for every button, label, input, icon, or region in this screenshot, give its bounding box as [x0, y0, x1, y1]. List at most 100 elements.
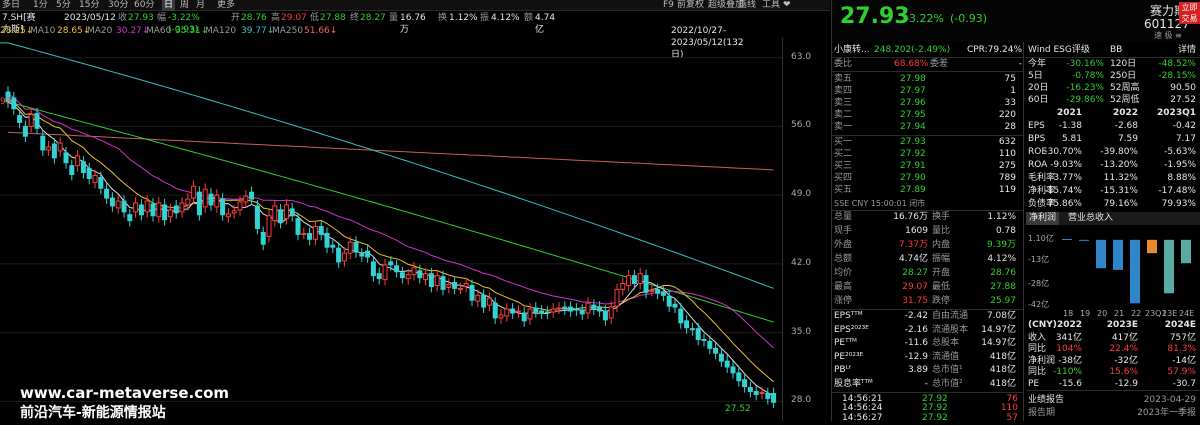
- period-tab-5[interactable]: 60分: [134, 0, 154, 11]
- fin-header: 2021 2022 2023Q1: [1026, 107, 1200, 120]
- candle-body: [660, 291, 666, 296]
- quote-header: 27.93 -3.22% (-0.93) 赛力斯 601127 立即 交易 速 极…: [832, 0, 1200, 42]
- candle-body: [11, 97, 17, 110]
- fin-value: 79.16%: [1103, 199, 1138, 209]
- candle-body: [249, 191, 255, 200]
- candle-body: [533, 307, 539, 313]
- convertible-bond-row: 小康转... 248.202(-2.49%) CPR:79.24%: [834, 44, 1024, 57]
- sep: [1026, 390, 1200, 391]
- weibi-label: 委比: [834, 59, 853, 69]
- stat-label: 涨停: [834, 296, 853, 306]
- mini-x-label: 23E: [1162, 309, 1177, 318]
- candle-body: [486, 297, 492, 306]
- trade-now-button[interactable]: 立即 交易: [1179, 2, 1200, 24]
- tab-revenue[interactable]: 营业总收入: [1068, 212, 1113, 225]
- period-tab-0[interactable]: 多日: [2, 0, 20, 11]
- watermark-url: www.car-metaverse.com: [20, 384, 230, 402]
- period-tab-8[interactable]: 月: [196, 0, 205, 11]
- speed-menu[interactable]: 速 极 ≡: [1154, 30, 1182, 41]
- candle-body: [208, 193, 214, 206]
- candle-body: [452, 282, 458, 289]
- candle-body: [22, 125, 28, 137]
- mini-x-label: 19: [1080, 309, 1090, 318]
- volume-value: 16.76万: [400, 13, 426, 35]
- candle-body: [28, 114, 34, 127]
- candle-body: [724, 360, 730, 368]
- candle-body: [17, 115, 23, 123]
- candle-body: [98, 176, 104, 189]
- candle-body: [730, 366, 736, 374]
- period-tab-1[interactable]: 1分: [33, 0, 48, 11]
- mini-axis-label: 1.10亿: [1028, 233, 1054, 243]
- candle-body: [736, 372, 742, 382]
- tick-row: 14:56:27 27.92 57: [834, 412, 1024, 425]
- candle-body: [283, 204, 289, 220]
- toolbar-item-1[interactable]: 前复权: [677, 0, 704, 11]
- period-tab-2[interactable]: 5分: [56, 0, 71, 11]
- fund-value: 418亿: [989, 351, 1016, 362]
- candle-body: [765, 393, 771, 399]
- period-tab-9[interactable]: 更多: [217, 0, 235, 11]
- fin-value: 3.77%: [1053, 173, 1082, 183]
- price-axis: 63.0 56.0 49.0 42.0 35.0 28.0: [782, 38, 830, 421]
- period-tab-4[interactable]: 30分: [108, 0, 128, 11]
- candle-body: [457, 287, 463, 290]
- fund-row: 股息率ᵀᵀᴹ - 总市值² 418亿: [834, 378, 1024, 391]
- weibi-value: 68.68%: [894, 59, 929, 69]
- fin-year: 2022: [1112, 108, 1138, 118]
- stat-value: 4.74亿: [898, 254, 928, 264]
- candle-body: [231, 210, 237, 214]
- candle-body: [46, 146, 52, 151]
- fin-value: 79.93%: [1161, 199, 1196, 209]
- fund-value: -2.42: [904, 311, 928, 321]
- candle-body: [34, 113, 40, 129]
- mini-bar: [1147, 239, 1157, 254]
- fin-value: -5.63%: [1164, 147, 1196, 157]
- stat-label: 换手: [932, 212, 951, 222]
- toolbar-item-3[interactable]: 画线: [738, 0, 756, 11]
- candle-body: [440, 276, 446, 290]
- mini-bar: [1181, 239, 1191, 264]
- candlestick-chart[interactable]: 27.52 93: [0, 38, 830, 421]
- ma-line-1: [7, 42, 774, 289]
- candle-body: [550, 308, 556, 313]
- tab-net-profit[interactable]: 净利润: [1026, 212, 1060, 225]
- toolbar-item-4[interactable]: 工具: [762, 0, 780, 11]
- candle-body: [544, 311, 550, 314]
- candle-body: [214, 194, 220, 208]
- fore-head: 2024E: [1164, 320, 1196, 330]
- fin-value: -39.80%: [1100, 147, 1138, 157]
- candle-body: [324, 232, 330, 248]
- net-profit-bar-chart: 1.10亿-13亿-28亿-42亿18 19 20 21 22 23Q123E 24E: [1028, 233, 1194, 318]
- period-tab-6[interactable]: 日: [162, 0, 176, 11]
- candle-body: [399, 272, 405, 279]
- report-row: 业绩报告 2023-04-29: [1026, 394, 1200, 407]
- toolbar-item-5[interactable]: ❤: [783, 0, 791, 11]
- candle-body: [191, 185, 197, 199]
- fund-label: PE²⁰²³ᴱ: [834, 351, 864, 362]
- weibi-row: 委比 68.68% 委差 -: [834, 58, 1024, 71]
- candle-body: [220, 198, 226, 216]
- candle-body: [243, 195, 249, 203]
- candle-body: [579, 309, 585, 315]
- stat-value: 29.07: [902, 282, 928, 292]
- candle-body: [225, 213, 231, 218]
- mini-x-label: 22: [1131, 309, 1141, 318]
- toolbar-item-0[interactable]: F9: [663, 0, 674, 11]
- fin-label: ROA: [1028, 160, 1048, 170]
- fin-value: 5.81: [1061, 134, 1082, 144]
- period-tab-7[interactable]: 周: [180, 0, 189, 11]
- axis-label: 63.0: [791, 51, 812, 62]
- candle-body: [370, 261, 376, 277]
- candle-body: [446, 283, 452, 288]
- stat-row: 涨停 31.75 跌停 25.97: [834, 295, 1024, 308]
- perf-row: 60日 -29.86% 52周低 27.52: [1026, 94, 1200, 107]
- candle-body: [40, 135, 46, 151]
- stat-label: 现手: [834, 226, 853, 236]
- fin-value: -15.31%: [1100, 186, 1138, 196]
- fin-row: 净利率 -15.74% -15.31% -17.48%: [1026, 185, 1200, 198]
- period-tab-3[interactable]: 15分: [79, 0, 99, 11]
- candle-body: [631, 275, 637, 285]
- candle-body: [521, 312, 527, 322]
- candle-body: [376, 273, 382, 280]
